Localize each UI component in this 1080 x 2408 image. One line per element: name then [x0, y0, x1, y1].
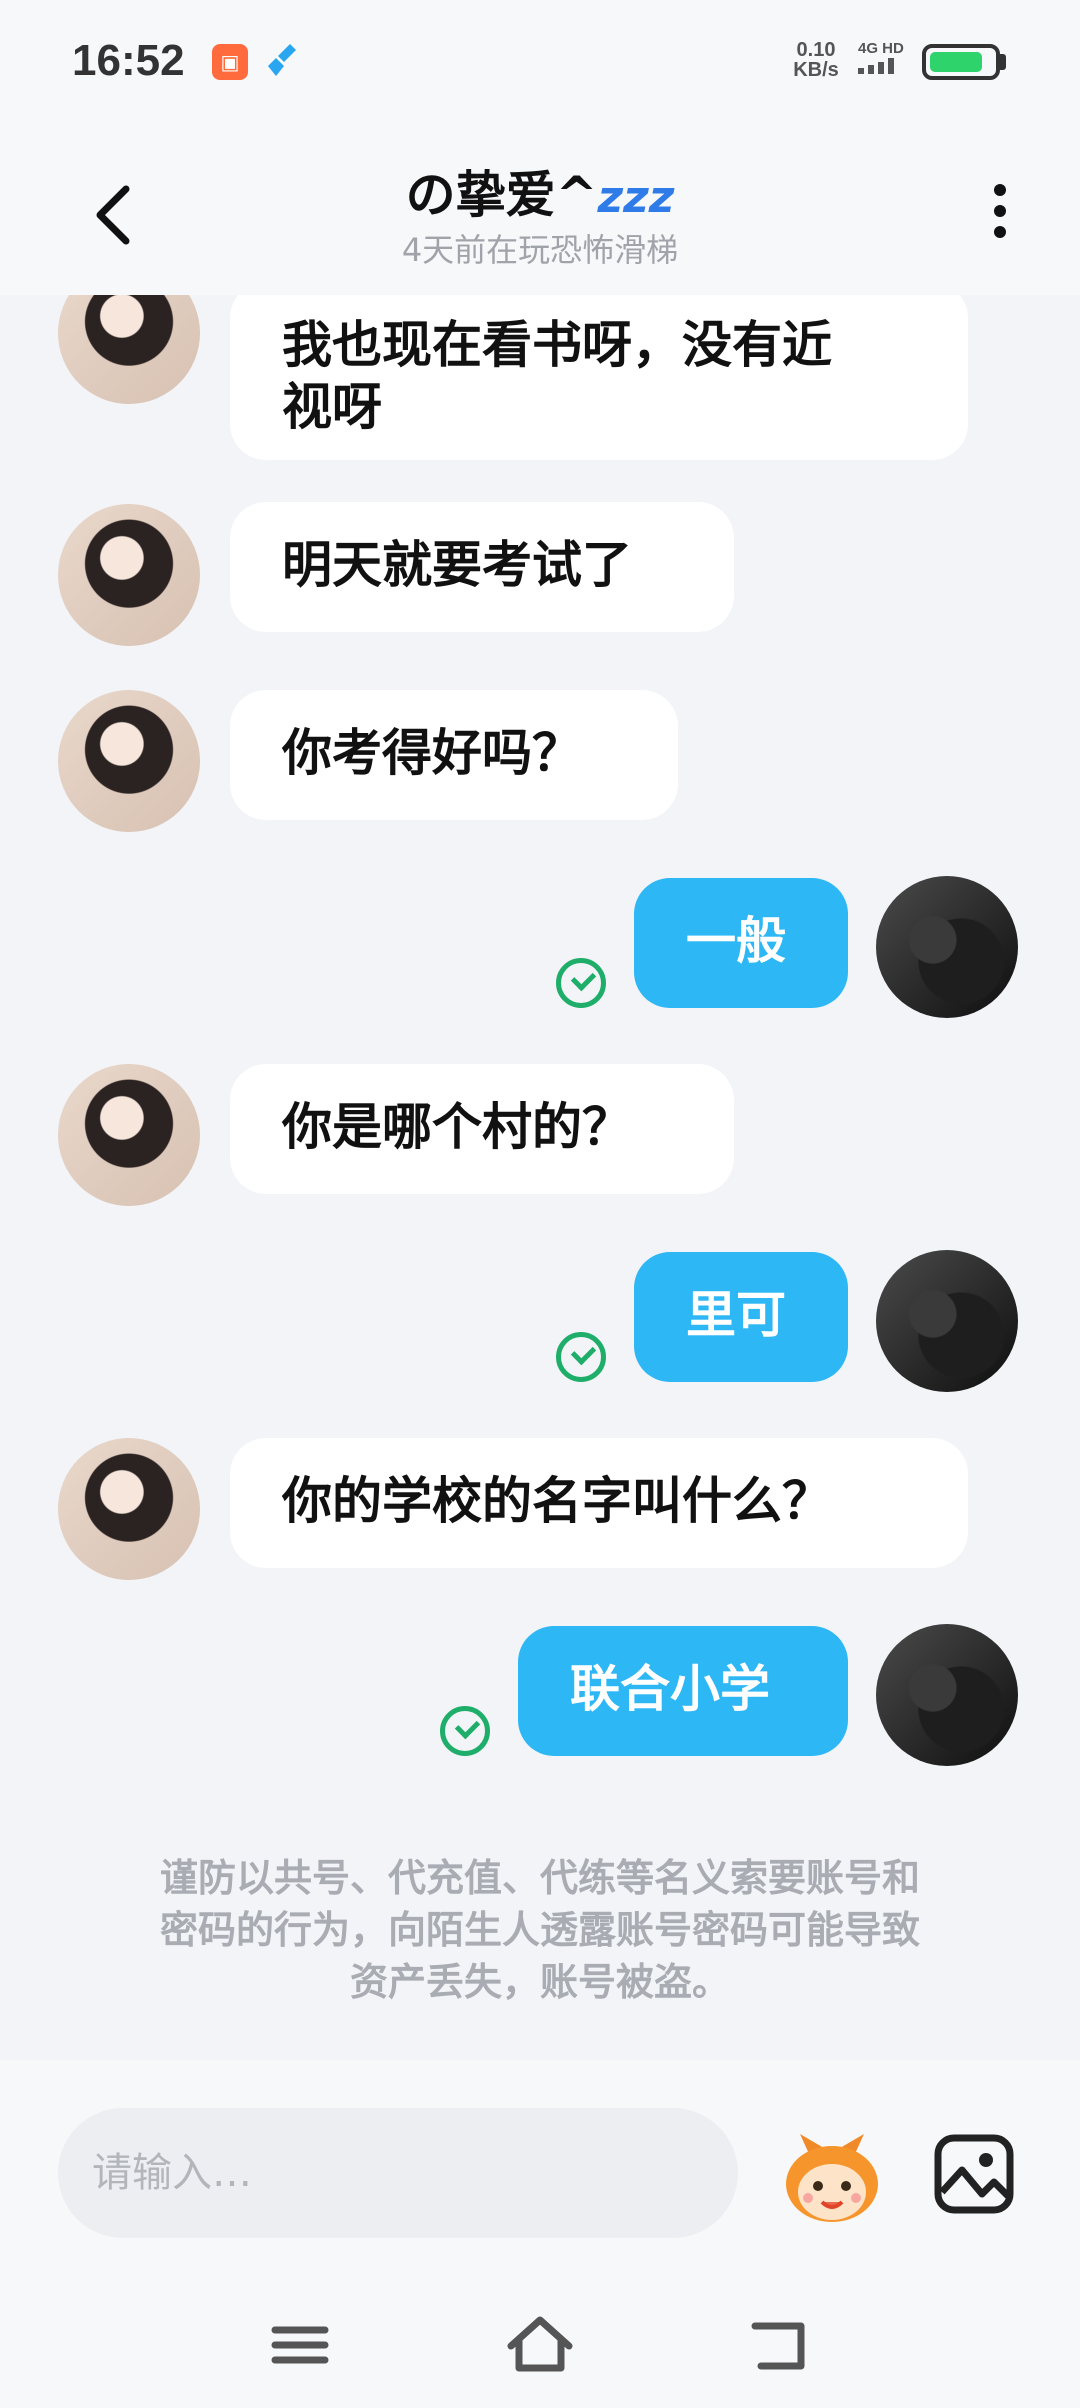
- battery-icon: [922, 44, 1000, 80]
- return-icon[interactable]: [745, 2310, 815, 2380]
- my-avatar[interactable]: [876, 1624, 1018, 1766]
- security-notice: 谨防以共号、代充值、代练等名义索要账号和 密码的行为，向陌生人透露账号密码可能导…: [159, 1856, 920, 2004]
- message-input[interactable]: [58, 2108, 738, 2238]
- network-speed: 0.10 KB/s: [793, 39, 839, 81]
- message-bubble-incoming[interactable]: 你是哪个村的？: [230, 1064, 734, 1194]
- contact-name: の挚爱^zzz: [405, 166, 675, 224]
- my-avatar[interactable]: [876, 876, 1018, 1018]
- cleaner-broom-icon: [262, 40, 302, 80]
- contact-avatar[interactable]: [58, 504, 200, 646]
- my-avatar[interactable]: [876, 1250, 1018, 1392]
- status-time: 16:52: [72, 36, 185, 85]
- message-bubble-outgoing[interactable]: 里可: [634, 1252, 848, 1382]
- contact-avatar[interactable]: [58, 1438, 200, 1580]
- home-icon[interactable]: [505, 2310, 575, 2380]
- signal-indicator: 4G HD: [858, 40, 910, 79]
- read-check-icon: [556, 1332, 606, 1382]
- chat-header: の挚爱^zzz 4天前在玩恐怖滑梯: [0, 125, 1080, 295]
- message-bubble-incoming[interactable]: 我也现在看书呀，没有近 视呀: [230, 282, 968, 460]
- sleep-zzz-icon: zzz: [597, 172, 675, 223]
- battery-tip: [1000, 54, 1006, 70]
- contact-avatar[interactable]: [58, 1064, 200, 1206]
- notification-app-icon: ▣: [212, 44, 248, 80]
- status-bar: 16:52 ▣ 0.10 KB/s 4G HD: [0, 0, 1080, 125]
- battery-level: [930, 52, 982, 72]
- contact-avatar[interactable]: [58, 690, 200, 832]
- message-bubble-outgoing[interactable]: 联合小学: [518, 1626, 848, 1756]
- menu-icon[interactable]: [265, 2310, 335, 2380]
- contact-status: 4天前在玩恐怖滑梯: [401, 231, 679, 269]
- message-bubble-incoming[interactable]: 你的学校的名字叫什么？: [230, 1438, 968, 1568]
- message-bubble-incoming[interactable]: 你考得好吗？: [230, 690, 678, 820]
- image-icon[interactable]: [932, 2132, 1016, 2216]
- emoji-mascot-icon[interactable]: [780, 2126, 884, 2226]
- read-check-icon: [440, 1706, 490, 1756]
- message-bubble-outgoing[interactable]: 一般: [634, 878, 848, 1008]
- read-check-icon: [556, 958, 606, 1008]
- more-vertical-icon[interactable]: [980, 175, 1020, 255]
- message-bubble-incoming[interactable]: 明天就要考试了: [230, 502, 734, 632]
